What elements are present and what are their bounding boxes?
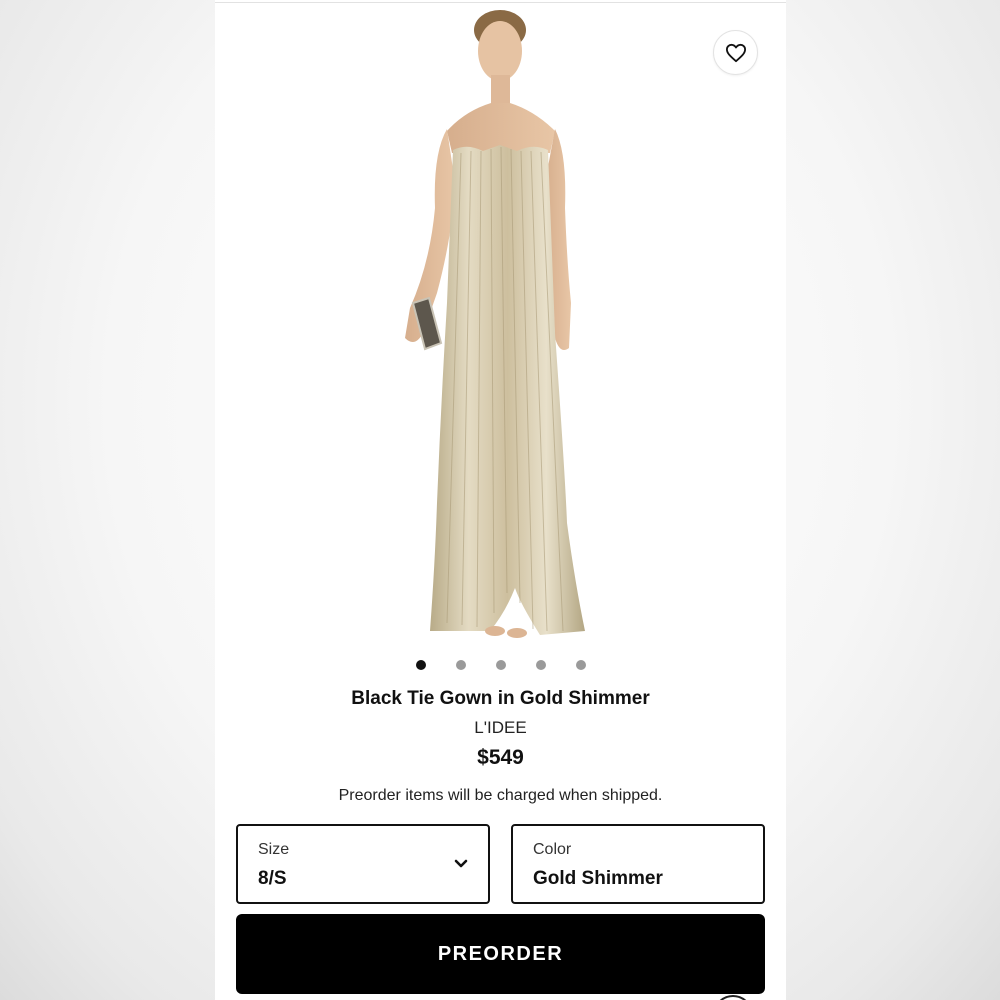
color-selector[interactable]: Color Gold Shimmer: [511, 824, 765, 904]
color-value: Gold Shimmer: [533, 868, 663, 889]
model-wearing-gown-illustration: [405, 10, 585, 638]
product-title: Black Tie Gown in Gold Shimmer: [351, 688, 650, 709]
favorite-button[interactable]: [713, 30, 758, 75]
preorder-note: Preorder items will be charged when ship…: [338, 787, 663, 804]
image-carousel-dots: [215, 660, 786, 672]
size-value: 8/S: [258, 868, 287, 889]
product-page: Black Tie Gown in Gold Shimmer L'IDEE $5…: [215, 0, 786, 1000]
color-label: Color: [533, 841, 572, 858]
size-selector[interactable]: Size 8/S: [236, 824, 490, 904]
floating-action-button[interactable]: [713, 995, 753, 1000]
heart-icon: [725, 43, 746, 62]
carousel-dot-4[interactable]: [535, 660, 546, 670]
carousel-dot-2[interactable]: [455, 660, 466, 670]
chevron-down-icon: [454, 859, 468, 868]
carousel-dot-3[interactable]: [495, 660, 506, 670]
preorder-button[interactable]: PREORDER: [236, 914, 765, 994]
product-image[interactable]: [215, 3, 786, 648]
product-price: $549: [477, 746, 524, 769]
brand-name[interactable]: L'IDEE: [215, 718, 786, 738]
carousel-dot-1[interactable]: [415, 660, 426, 670]
size-label: Size: [258, 841, 290, 858]
carousel-dot-5[interactable]: [575, 660, 586, 670]
